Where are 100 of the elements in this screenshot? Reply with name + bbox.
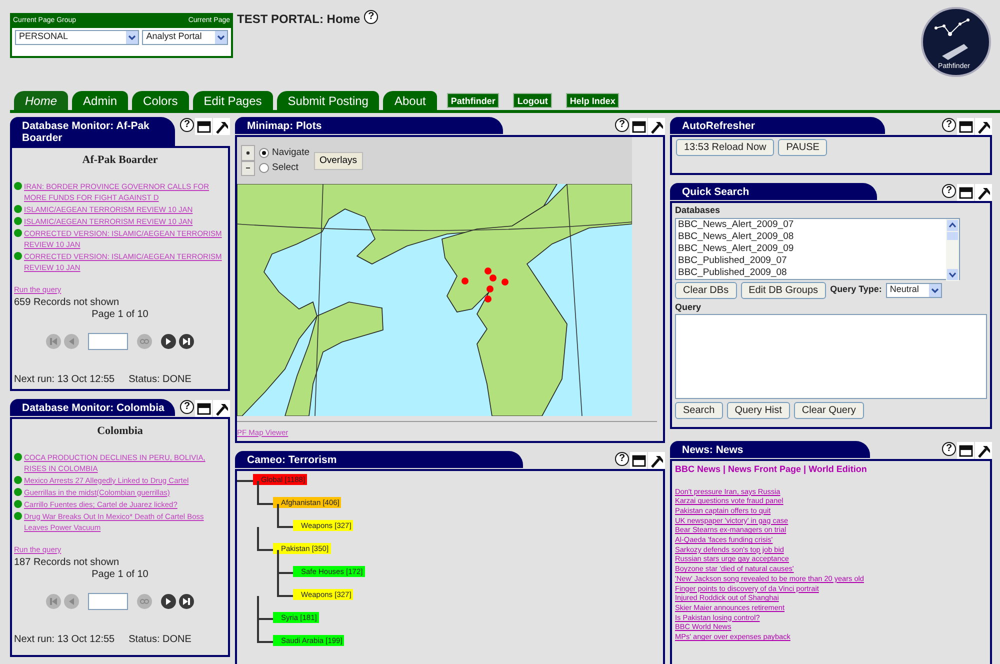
records-text: 659 Records not shown	[14, 296, 120, 308]
status-dot-icon	[14, 512, 22, 520]
status-dot-icon	[14, 452, 22, 460]
nav-tab[interactable]: Colors	[132, 91, 189, 110]
nav-tab[interactable]: About	[383, 91, 437, 110]
refresh-control-button[interactable]: PAUSE	[778, 139, 828, 156]
minimize-icon	[958, 444, 972, 456]
status-dot-icon	[14, 252, 22, 260]
status-text: Status: DONE	[128, 632, 192, 646]
hammer-icon	[976, 186, 990, 200]
dot-icon	[245, 150, 251, 156]
mode-radio[interactable]: Navigate	[259, 145, 310, 160]
next-page-button[interactable]	[161, 594, 176, 608]
panel-title: Database Monitor: Colombia	[10, 399, 175, 416]
last-page-button[interactable]	[179, 594, 194, 608]
minimize-button[interactable]	[630, 118, 647, 135]
minimize-button[interactable]	[195, 400, 212, 417]
help-button[interactable]: ?	[615, 452, 629, 466]
records-text: 187 Records not shown	[14, 556, 120, 568]
help-button[interactable]: ?	[364, 10, 378, 24]
tool-button[interactable]	[975, 118, 992, 135]
database-button[interactable]: Clear DBs	[675, 282, 737, 298]
panel-title: Quick Search	[670, 183, 877, 200]
hammer-icon	[650, 120, 664, 134]
caret-icon	[928, 284, 941, 296]
overlays-button[interactable]: Overlays	[314, 152, 363, 170]
database-option[interactable]: BBC_Published_2009_08	[678, 266, 946, 278]
database-option[interactable]: BBC_News_Alert_2009_09	[678, 242, 946, 254]
help-button[interactable]: ?	[942, 184, 956, 198]
nav-tab[interactable]: Submit Posting	[276, 91, 380, 110]
page-select[interactable]: Analyst Portal	[142, 30, 228, 44]
minimize-button[interactable]	[957, 184, 974, 201]
query-field[interactable]	[675, 314, 987, 399]
monitor-heading: Colombia	[96, 424, 144, 439]
last-page-button[interactable]	[179, 334, 194, 348]
help-button[interactable]: ?	[180, 118, 194, 132]
minimize-button[interactable]	[630, 452, 647, 469]
minimize-button[interactable]	[957, 118, 974, 135]
tool-button[interactable]	[213, 118, 230, 135]
monitor-heading: Af-Pak Boarder	[81, 153, 159, 168]
database-option[interactable]: BBC_News_Alert_2009_07	[678, 218, 946, 230]
query-type-label: Query Type:	[830, 283, 882, 296]
tool-button[interactable]	[648, 118, 665, 135]
nav-link[interactable]: Logout	[513, 93, 552, 108]
status-dot-icon	[14, 228, 22, 236]
database-button[interactable]: Edit DB Groups	[740, 282, 826, 298]
panel-title: Minimap: Plots	[235, 117, 503, 134]
hammer-icon	[214, 120, 228, 134]
minimize-button[interactable]	[957, 442, 974, 459]
nav-tab[interactable]: Admin	[72, 91, 128, 110]
status-dot-icon	[14, 476, 22, 484]
status-text: Status: DONE	[128, 372, 192, 386]
nav-tab[interactable]: Home	[14, 91, 68, 110]
page-number-field[interactable]	[88, 332, 128, 350]
status-dot-icon	[14, 500, 22, 508]
nav-tab[interactable]: Edit Pages	[192, 91, 273, 110]
page-number-field[interactable]	[88, 592, 128, 610]
minus-icon	[245, 165, 251, 172]
panel-title: Database Monitor: Af-Pak Boarder	[10, 117, 175, 146]
status-dot-icon	[14, 204, 22, 212]
minimize-icon	[958, 120, 972, 132]
next-page-button[interactable]	[161, 334, 176, 348]
caret-icon	[215, 30, 227, 44]
refresh-control-button[interactable]: 13:53 Reload Now	[676, 139, 774, 156]
database-option[interactable]: BBC_News_Alert_2009_08	[678, 230, 946, 242]
query-button[interactable]: Search	[675, 402, 723, 419]
panel-title: AutoRefresher	[670, 117, 885, 134]
query-type-select[interactable]: Neutral	[886, 282, 942, 298]
status-dot-icon	[14, 182, 22, 190]
news-source-link[interactable]: BBC News | News Front Page | World Edition	[675, 463, 987, 476]
minimize-icon	[958, 186, 972, 198]
database-listbox[interactable]: BBC_News_Alert_2009_07 BBC_News_Alert_2009_08 BBC_News_Alert_2009_09 BBC_Published_2009_07 BBC_Published_2009_08	[675, 218, 960, 280]
minimize-button[interactable]	[195, 118, 212, 135]
hammer-icon	[214, 402, 228, 416]
tool-button[interactable]	[975, 184, 992, 201]
help-button[interactable]: ?	[942, 442, 956, 456]
hammer-icon	[976, 120, 990, 134]
status-dot-icon	[14, 488, 22, 496]
nav-link[interactable]: Pathfinder	[446, 93, 500, 108]
mode-radio[interactable]: Select	[259, 160, 310, 176]
query-button[interactable]: Clear Query	[794, 402, 864, 419]
help-button[interactable]: ?	[180, 400, 194, 414]
minimize-icon	[196, 120, 210, 132]
tool-button[interactable]	[975, 442, 992, 459]
tool-button[interactable]	[648, 452, 665, 469]
caret-icon	[126, 30, 138, 44]
page-indicator: Page 1 of 10	[90, 308, 150, 320]
help-button[interactable]: ?	[942, 118, 956, 132]
panel-title: News: News	[670, 441, 870, 458]
panel-title: Cameo: Terrorism	[235, 451, 523, 468]
help-button[interactable]: ?	[615, 118, 629, 132]
databases-label: Databases	[675, 204, 722, 217]
nav-link[interactable]: Help Index	[566, 93, 620, 108]
query-button[interactable]: Query Hist	[726, 402, 790, 419]
zoom-in-button[interactable]	[241, 145, 255, 160]
page-indicator: Page 1 of 10	[90, 568, 150, 580]
database-option[interactable]: BBC_Published_2009_07	[678, 254, 946, 266]
tool-button[interactable]	[213, 400, 230, 417]
status-dot-icon	[14, 216, 22, 224]
page-group-select[interactable]: PERSONAL	[15, 30, 140, 44]
